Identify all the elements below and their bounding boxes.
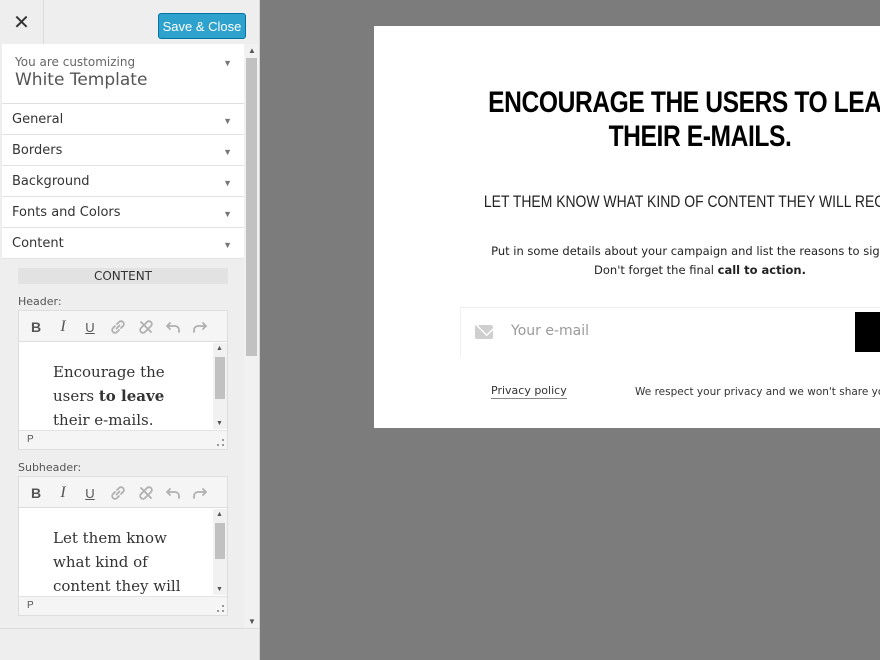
scroll-up-icon[interactable]: ▲: [248, 46, 256, 55]
resize-grip-icon[interactable]: [217, 605, 224, 612]
popup-subheadline: LET THEM KNOW WHAT KIND OF CONTENT THEY …: [483, 192, 880, 211]
header-text: Encourage the users to leave their e-mai…: [53, 363, 165, 429]
italic-icon[interactable]: I: [53, 317, 73, 337]
envelope-icon: [475, 325, 493, 339]
italic-icon[interactable]: I: [53, 483, 73, 503]
element-path[interactable]: P: [27, 434, 34, 445]
section-label: Fonts and Colors: [12, 205, 121, 220]
content-heading: CONTENT: [18, 268, 228, 284]
popup-headline: ENCOURAGE THE USERS TO LEAVE THEIR E-MAI…: [488, 86, 880, 153]
section-borders[interactable]: Borders ▼: [2, 135, 244, 166]
redo-icon[interactable]: [190, 317, 210, 337]
link-icon[interactable]: [108, 317, 128, 337]
save-close-button[interactable]: Save & Close: [158, 13, 246, 39]
unlink-icon[interactable]: [136, 317, 156, 337]
submit-button[interactable]: [855, 312, 880, 352]
sidebar-scroll-area: You are customizing White Template ▼ Gen…: [0, 44, 244, 628]
scroll-up-icon[interactable]: ▲: [216, 511, 223, 518]
customizing-caption: You are customizing: [15, 55, 136, 69]
template-name: White Template: [15, 70, 148, 90]
section-general[interactable]: General ▼: [2, 104, 244, 135]
optin-popup: ENCOURAGE THE USERS TO LEAVE THEIR E-MAI…: [374, 26, 880, 428]
section-content[interactable]: Content ▼: [2, 228, 244, 259]
editor-scrollbar[interactable]: ▲ ▼: [213, 509, 227, 595]
underline-icon[interactable]: U: [80, 483, 100, 503]
scroll-up-icon[interactable]: ▲: [216, 345, 223, 352]
customizing-info[interactable]: You are customizing White Template ▼: [2, 44, 244, 104]
email-field[interactable]: [460, 307, 880, 357]
sidebar-scrollbar[interactable]: ▲ ▼: [244, 44, 259, 628]
chevron-down-icon: ▼: [223, 116, 232, 126]
chevron-down-icon: ▼: [223, 178, 232, 188]
section-fonts-colors[interactable]: Fonts and Colors ▼: [2, 197, 244, 228]
header-editor[interactable]: B I U Encourage the users to leave their…: [18, 310, 228, 450]
subheader-editor[interactable]: B I U Let them know what kind of content…: [18, 476, 228, 616]
editor-statusbar: P: [19, 596, 227, 615]
email-input[interactable]: [511, 323, 811, 339]
section-label: Content: [12, 236, 64, 251]
section-background[interactable]: Background ▼: [2, 166, 244, 197]
undo-icon[interactable]: [163, 317, 183, 337]
scroll-thumb[interactable]: [246, 58, 257, 356]
privacy-policy-link[interactable]: Privacy policy: [491, 384, 567, 399]
editor-toolbar: B I U: [19, 311, 227, 342]
redo-icon[interactable]: [190, 483, 210, 503]
scroll-thumb[interactable]: [215, 523, 225, 559]
customizer-sidebar: ✕ Save & Close You are customizing White…: [0, 0, 260, 660]
close-button[interactable]: ✕: [0, 0, 44, 44]
chevron-down-icon: ▼: [223, 147, 232, 157]
subheader-text: Let them know what kind of content they …: [53, 529, 181, 595]
section-label: Borders: [12, 143, 63, 158]
element-path[interactable]: P: [27, 600, 34, 611]
editor-statusbar: P: [19, 430, 227, 449]
preview-area: ENCOURAGE THE USERS TO LEAVE THEIR E-MAI…: [260, 0, 880, 660]
editor-scrollbar[interactable]: ▲ ▼: [213, 343, 227, 429]
editor-content[interactable]: Encourage the users to leave their e-mai…: [19, 343, 213, 429]
scroll-down-icon[interactable]: ▼: [216, 420, 223, 427]
scroll-down-icon[interactable]: ▼: [248, 617, 256, 626]
underline-icon[interactable]: U: [80, 317, 100, 337]
privacy-note: We respect your privacy and we won't sha…: [635, 386, 880, 398]
header-field-label: Header:: [18, 295, 62, 308]
bold-icon[interactable]: B: [26, 483, 46, 503]
chevron-down-icon[interactable]: ▼: [223, 58, 232, 68]
chevron-down-icon: ▼: [223, 209, 232, 219]
bold-icon[interactable]: B: [26, 317, 46, 337]
scroll-down-icon[interactable]: ▼: [216, 586, 223, 593]
sidebar-footer: [0, 628, 259, 660]
scroll-thumb[interactable]: [215, 357, 225, 399]
editor-content[interactable]: Let them know what kind of content they …: [19, 509, 213, 595]
popup-description: Put in some details about your campaign …: [491, 244, 880, 277]
editor-toolbar: B I U: [19, 477, 227, 508]
unlink-icon[interactable]: [136, 483, 156, 503]
undo-icon[interactable]: [163, 483, 183, 503]
resize-grip-icon[interactable]: [217, 439, 224, 446]
sidebar-header: ✕ Save & Close: [0, 0, 259, 44]
chevron-down-icon: ▼: [223, 240, 232, 250]
section-label: Background: [12, 174, 90, 189]
subheader-field-label: Subheader:: [18, 461, 82, 474]
link-icon[interactable]: [108, 483, 128, 503]
section-label: General: [12, 112, 64, 127]
